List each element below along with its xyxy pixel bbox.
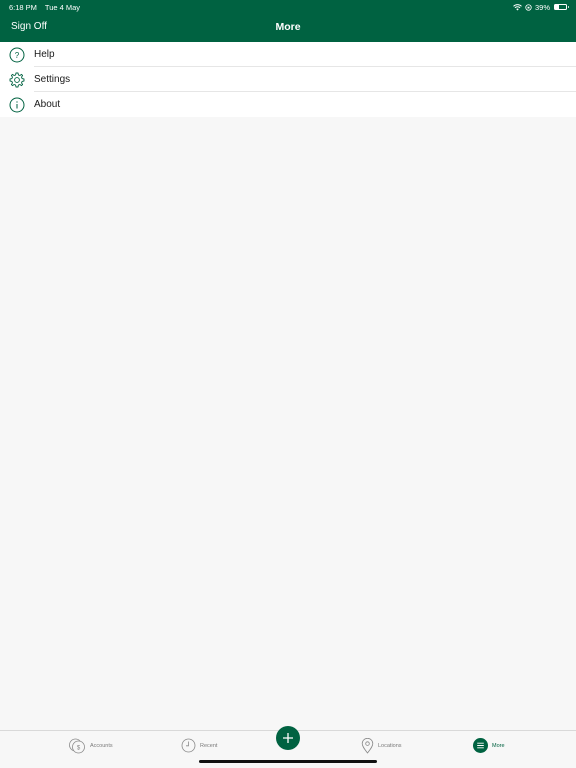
status-left: 6:18 PM Tue 4 May: [9, 3, 86, 12]
battery-fill: [555, 5, 560, 9]
status-date: Tue 4 May: [44, 2, 81, 12]
battery-icon: [554, 4, 569, 10]
status-time: 6:18 PM: [9, 2, 37, 12]
info-icon: [9, 97, 25, 113]
battery-percent: 39%: [534, 2, 550, 12]
location-pin-icon: [361, 738, 374, 754]
status-right: 39%: [513, 2, 569, 12]
plus-icon: [283, 733, 293, 743]
tab-label: More: [492, 742, 505, 749]
menu-item-label: Settings: [34, 74, 71, 85]
tab-locations[interactable]: Locations: [361, 738, 402, 754]
tab-more[interactable]: More: [473, 738, 505, 753]
menu-list: ? Help Settings About: [0, 42, 576, 117]
tab-label: Locations: [378, 743, 402, 749]
menu-item-settings[interactable]: Settings: [0, 67, 576, 92]
menu-item-help[interactable]: ? Help: [0, 42, 576, 67]
menu-item-label: About: [34, 99, 61, 110]
wifi-icon: [513, 3, 522, 10]
sign-off-button[interactable]: Sign Off: [11, 21, 47, 32]
tab-accounts[interactable]: $ Accounts: [69, 738, 113, 754]
gear-icon: [9, 72, 25, 88]
tab-label: Accounts: [90, 743, 113, 749]
help-icon: ?: [9, 47, 25, 63]
tab-recent[interactable]: Recent: [181, 738, 217, 753]
add-button[interactable]: [276, 726, 300, 750]
menu-item-label: Help: [34, 49, 55, 60]
home-indicator: [199, 760, 377, 763]
menu-icon: [473, 738, 488, 753]
page-title: More: [275, 21, 301, 33]
clock-icon: [181, 738, 196, 753]
tab-label: Recent: [200, 742, 218, 749]
orientation-lock-icon: [525, 3, 532, 11]
menu-item-about[interactable]: About: [0, 92, 576, 117]
nav-bar: Sign Off More: [0, 14, 576, 42]
accounts-icon: $: [69, 738, 85, 754]
status-bar: 6:18 PM Tue 4 May 39%: [0, 0, 576, 14]
svg-text:?: ?: [15, 51, 20, 60]
